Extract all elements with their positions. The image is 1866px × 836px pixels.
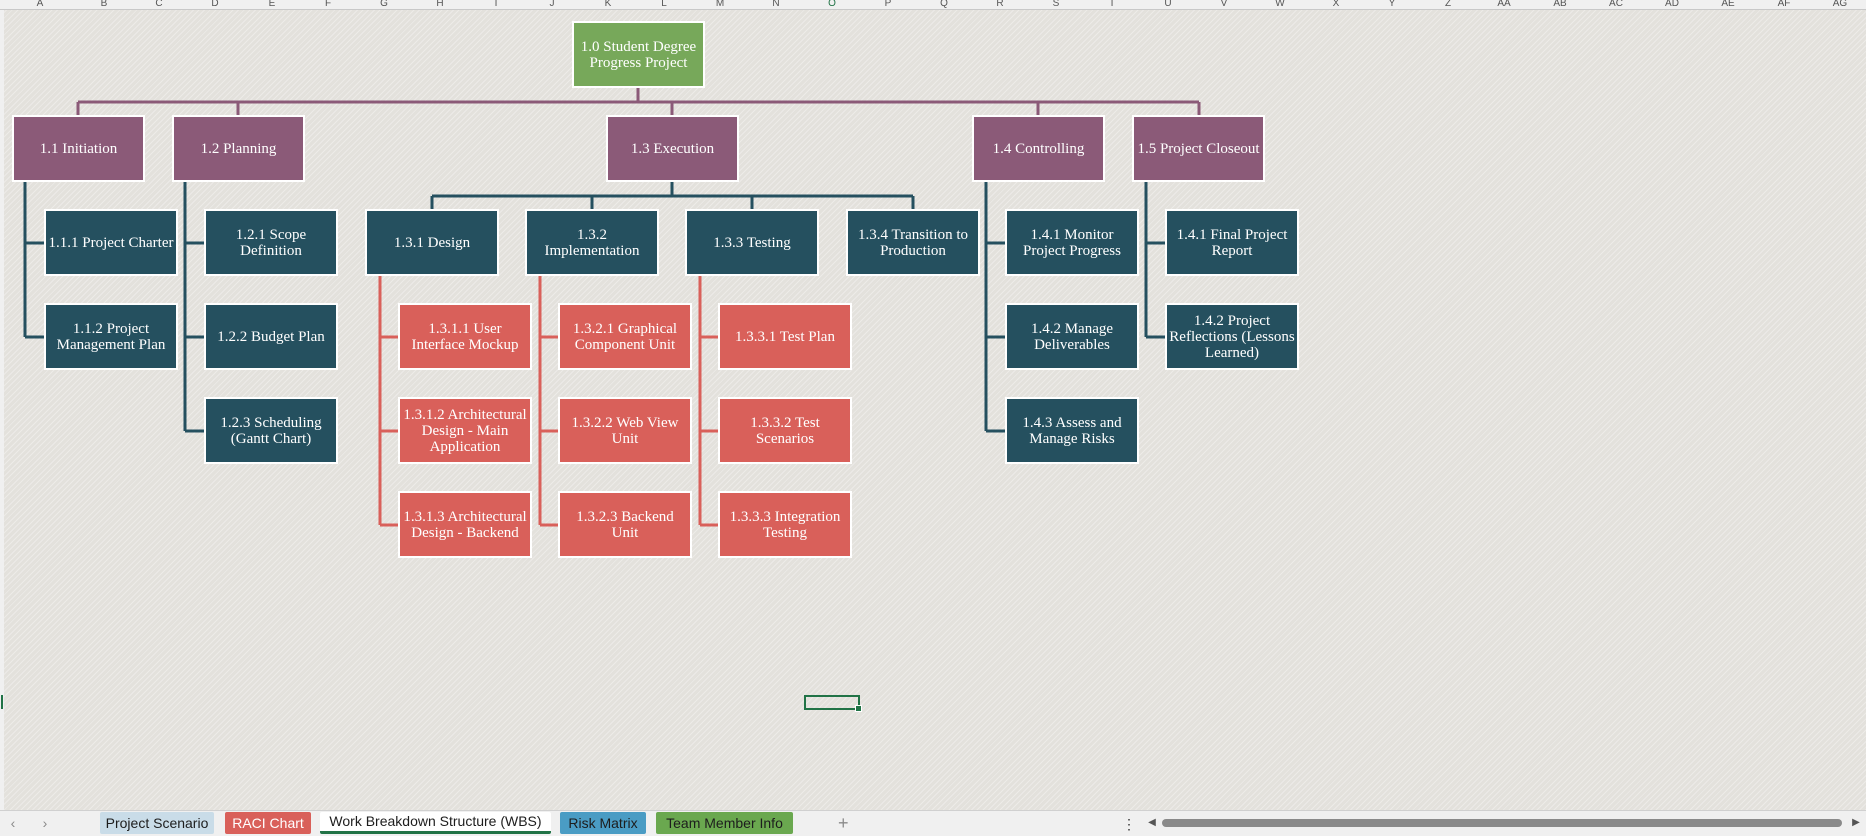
scrollbar-thumb[interactable]: [1162, 819, 1842, 827]
wbs-task-1-5-2[interactable]: 1.4.2 Project Reflections (Lessons Learn…: [1165, 303, 1299, 370]
wbs-task-1-1-2[interactable]: 1.1.2 Project Management Plan: [44, 303, 178, 370]
tab-raci-chart[interactable]: RACI Chart: [225, 812, 311, 834]
wbs-task-1-2-3[interactable]: 1.2.3 Scheduling (Gantt Chart): [204, 397, 338, 464]
add-sheet-icon[interactable]: +: [838, 813, 849, 833]
wbs-task-1-2-2[interactable]: 1.2.2 Budget Plan: [204, 303, 338, 370]
wbs-task-1-2-1[interactable]: 1.2.1 Scope Definition: [204, 209, 338, 276]
wbs-subtask-1-3-2-1[interactable]: 1.3.2.1 Graphical Component Unit: [558, 303, 692, 370]
wbs-task-1-3-4[interactable]: 1.3.4 Transition to Production: [846, 209, 980, 276]
prev-sheet-icon[interactable]: ‹: [6, 815, 20, 831]
horizontal-scrollbar[interactable]: ◀ ▶: [1146, 815, 1862, 831]
wbs-task-1-4-1[interactable]: 1.4.1 Monitor Project Progress: [1005, 209, 1139, 276]
tab-risk-matrix[interactable]: Risk Matrix: [560, 812, 646, 834]
wbs-subtask-1-3-1-2[interactable]: 1.3.1.2 Architectural Design - Main Appl…: [398, 397, 532, 464]
sheet-tab-bar: ‹ › Project Scenario RACI Chart Work Bre…: [0, 810, 1866, 836]
next-sheet-icon[interactable]: ›: [38, 815, 52, 831]
wbs-subtask-1-3-2-3[interactable]: 1.3.2.3 Backend Unit: [558, 491, 692, 558]
wbs-phase-execution[interactable]: 1.3 Execution: [606, 115, 739, 182]
tab-work-breakdown-structure[interactable]: Work Breakdown Structure (WBS): [320, 812, 551, 834]
wbs-task-1-3-3[interactable]: 1.3.3 Testing: [685, 209, 819, 276]
wbs-subtask-1-3-3-3[interactable]: 1.3.3.3 Integration Testing: [718, 491, 852, 558]
more-options-icon[interactable]: ⋮: [1122, 814, 1136, 834]
selected-cell[interactable]: [804, 695, 862, 712]
wbs-subtask-1-3-1-1[interactable]: 1.3.1.1 User Interface Mockup: [398, 303, 532, 370]
wbs-task-1-1-1[interactable]: 1.1.1 Project Charter: [44, 209, 178, 276]
tab-team-member-info[interactable]: Team Member Info: [656, 812, 793, 834]
wbs-subtask-1-3-3-2[interactable]: 1.3.3.2 Test Scenarios: [718, 397, 852, 464]
tab-project-scenario[interactable]: Project Scenario: [100, 812, 214, 834]
wbs-phase-planning[interactable]: 1.2 Planning: [172, 115, 305, 182]
wbs-phase-closeout[interactable]: 1.5 Project Closeout: [1132, 115, 1265, 182]
wbs-task-1-3-1[interactable]: 1.3.1 Design: [365, 209, 499, 276]
wbs-root-node[interactable]: 1.0 Student Degree Progress Project: [572, 21, 705, 88]
wbs-phase-controlling[interactable]: 1.4 Controlling: [972, 115, 1105, 182]
wbs-task-1-5-1[interactable]: 1.4.1 Final Project Report: [1165, 209, 1299, 276]
wbs-subtask-1-3-1-3[interactable]: 1.3.1.3 Architectural Design - Backend: [398, 491, 532, 558]
wbs-subtask-1-3-3-1[interactable]: 1.3.3.1 Test Plan: [718, 303, 852, 370]
scroll-left-icon[interactable]: ◀: [1146, 815, 1158, 831]
wbs-task-1-3-2[interactable]: 1.3.2 Implementation: [525, 209, 659, 276]
wbs-task-1-4-3[interactable]: 1.4.3 Assess and Manage Risks: [1005, 397, 1139, 464]
wbs-phase-initiation[interactable]: 1.1 Initiation: [12, 115, 145, 182]
wbs-subtask-1-3-2-2[interactable]: 1.3.2.2 Web View Unit: [558, 397, 692, 464]
wbs-task-1-4-2[interactable]: 1.4.2 Manage Deliverables: [1005, 303, 1139, 370]
scroll-right-icon[interactable]: ▶: [1850, 815, 1862, 831]
